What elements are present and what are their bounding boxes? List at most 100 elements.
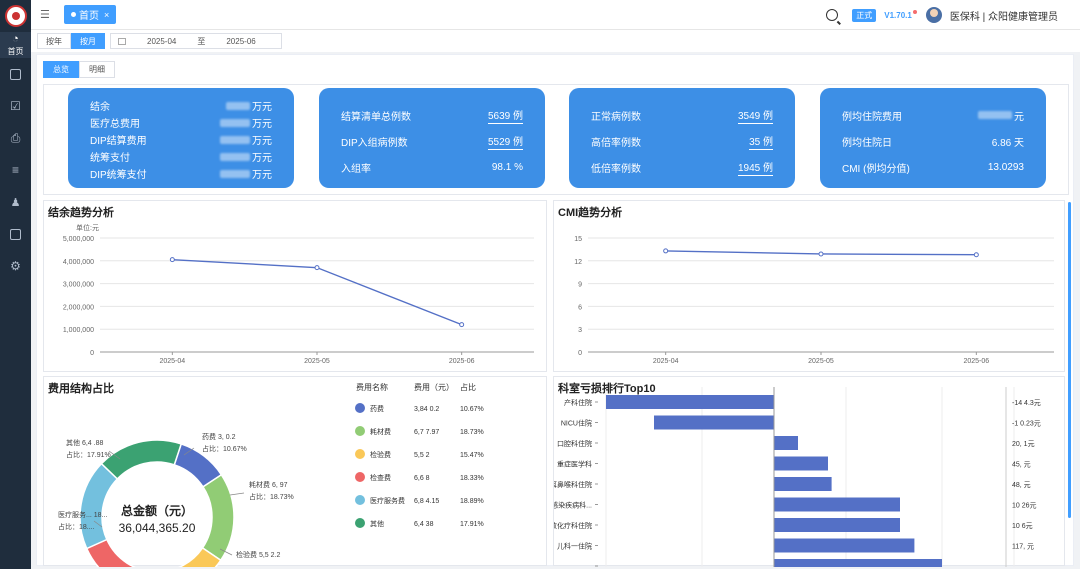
summary-card-cases: 结算清单总例数 5639 例 DIP入组病例数 5529 例 入组率 98.1 % xyxy=(319,88,545,188)
avatar[interactable] xyxy=(925,7,942,23)
user-name[interactable]: 医保科 | 众阳健康管理员 xyxy=(950,8,1058,23)
date-range-picker[interactable]: 2025-04 至 2025-06 xyxy=(110,33,282,49)
cmi-trend-chart: 0 3 6 9 12 15 2025-04 2025-05 2025-06 xyxy=(574,236,1054,365)
sidebar-item-camera[interactable] xyxy=(0,58,31,90)
by-year-button[interactable]: 按年 xyxy=(37,33,71,49)
panel-title: 费用结构占比 xyxy=(48,383,114,395)
y-tick-label: 9 xyxy=(578,282,582,289)
callout-label: 其他 6,4 .88 xyxy=(66,438,103,447)
callout-pct: 占比：18.... xyxy=(58,522,95,531)
legend-amount: 6,6 8 xyxy=(414,475,430,482)
bar-value-label: 48, 元 xyxy=(1012,481,1031,489)
hospital-logo xyxy=(4,5,27,27)
cmi-trend-panel: CMI趋势分析 0 3 6 9 12 15 2025-04 2025-05 2025-06 xyxy=(553,200,1065,372)
sidebar: ◔ 首页 ☑ ⎙ ≡ ♟ ⚙ xyxy=(0,0,31,569)
card-value: 元 xyxy=(1014,111,1024,123)
tab-overview[interactable]: 总览 xyxy=(43,61,79,78)
callout-label: 检验费 5,5 2.2 xyxy=(236,550,280,559)
callout-pct: 占比：17.91% xyxy=(66,450,111,459)
card-value[interactable]: 5529 例 xyxy=(487,133,523,150)
card-label: DIP入组病例数 xyxy=(341,137,408,149)
card-value: 万元 xyxy=(252,170,272,181)
cost-structure-panel: 费用结构占比 总金额（元） 36,044,365.20 药费 3, 0.2 占比：10… xyxy=(43,376,547,569)
by-month-button[interactable]: 按月 xyxy=(71,33,105,49)
active-dot-icon xyxy=(71,12,76,17)
card-value[interactable]: 3549 例 xyxy=(737,107,773,124)
bar xyxy=(774,456,828,471)
search-icon[interactable] xyxy=(826,9,839,21)
card-label: 正常病例数 xyxy=(591,111,641,123)
department-loss-panel: 科室亏损排行Top10 产科住院 -14 4.3元 NICU住院 -1 0.23元 口腔… xyxy=(550,376,1065,569)
card-label: 结余 xyxy=(90,102,110,113)
x-tick-label: 2025-05 xyxy=(808,358,834,365)
bar-value-label: 10 6元 xyxy=(1012,522,1033,530)
legend-amount: 6,8 4.15 xyxy=(414,498,439,505)
legend-name: 耗材费 xyxy=(370,427,391,436)
bar xyxy=(774,538,915,553)
bar xyxy=(606,395,774,409)
card-label: 低倍率例数 xyxy=(591,163,641,175)
y-tick-label: 4,000,000 xyxy=(63,259,94,266)
bar xyxy=(654,415,774,430)
close-icon[interactable]: × xyxy=(104,10,109,20)
sidebar-item-home[interactable]: ◔ 首页 xyxy=(0,32,31,58)
card-label: 例均住院费用 xyxy=(842,111,902,123)
panel-title: CMI趋势分析 xyxy=(558,207,623,219)
date-start[interactable]: 2025-04 xyxy=(147,37,176,46)
card-value[interactable]: 1945 例 xyxy=(737,159,773,176)
pie-slice xyxy=(201,473,235,562)
pie-slice xyxy=(79,462,119,550)
department-loss-chart: 产科住院 -14 4.3元 NICU住院 -1 0.23元口腔科住院 20, 1元重症医… xyxy=(550,387,1041,569)
card-label: 例均住院日 xyxy=(842,137,892,149)
category-label: 放化疗科住院 xyxy=(554,521,592,530)
sidebar-item-document[interactable] xyxy=(0,218,31,250)
legend-amount: 3,84 0.2 xyxy=(414,406,439,413)
data-point xyxy=(459,322,465,328)
sidebar-item-print[interactable]: ⎙ xyxy=(0,122,31,154)
legend-swatch xyxy=(355,426,365,436)
tab-detail[interactable]: 明细 xyxy=(79,61,115,78)
scrollbar[interactable] xyxy=(1068,202,1071,518)
balance-trend-panel: 结余趋势分析 0 1,000,000 2,000,000 3,000,000 4,000… xyxy=(43,200,547,372)
card-value[interactable]: 5639 例 xyxy=(487,107,523,124)
filter-bar: 按年 按月 2025-04 至 2025-06 xyxy=(31,30,1080,52)
card-label: CMI (例均分值) xyxy=(842,163,910,175)
legend-pct: 18.89% xyxy=(460,498,484,505)
x-tick-label: 2025-06 xyxy=(963,358,989,365)
y-tick-label: 3 xyxy=(578,327,582,334)
sidebar-item-list[interactable]: ≡ xyxy=(0,154,31,186)
bar xyxy=(774,497,900,512)
y-tick-label: 3,000,000 xyxy=(63,282,94,289)
pie-slice xyxy=(100,439,183,480)
panel-title: 结余趋势分析 xyxy=(48,207,114,219)
card-label: 统筹支付 xyxy=(90,153,130,164)
card-value[interactable]: 35 例 xyxy=(749,133,773,150)
category-label: 重症医学科 xyxy=(557,460,592,469)
table-header: 占比 xyxy=(460,382,476,392)
sidebar-item-settings[interactable]: ⚙ xyxy=(0,250,31,282)
legend-pct: 18.73% xyxy=(460,429,484,436)
main-panel: 总览 明细 结余 万元 医疗总费用 万元 DIP结算费用 万元 统筹支付 万元 DIP统… xyxy=(36,54,1074,569)
legend-pct: 15.47% xyxy=(460,452,484,459)
sidebar-item-check[interactable]: ☑ xyxy=(0,90,31,122)
bar-value-label: -14 4.3元 xyxy=(1012,399,1041,407)
card-value: 6.86 天 xyxy=(991,137,1024,149)
card-label: DIP结算费用 xyxy=(90,136,147,147)
menu-toggle-icon[interactable]: ☰ xyxy=(40,8,50,21)
y-tick-label: 2,000,000 xyxy=(63,304,94,311)
table-header: 费用名称 xyxy=(356,382,388,392)
sidebar-item-team[interactable]: ♟ xyxy=(0,186,31,218)
x-tick-label: 2025-06 xyxy=(449,358,475,365)
topbar: ☰ 首页 × 正式 V1.70.1 医保科 | 众阳健康管理员 xyxy=(31,0,1080,30)
legend-name: 药费 xyxy=(370,404,384,413)
tab-home[interactable]: 首页 × xyxy=(64,5,117,24)
tab-home-label: 首页 xyxy=(79,11,99,22)
card-value: 万元 xyxy=(252,119,272,130)
card-label: DIP统筹支付 xyxy=(90,170,147,181)
y-axis-unit: 单位:元 xyxy=(76,223,99,232)
legend-swatch xyxy=(355,495,365,505)
date-end[interactable]: 2025-06 xyxy=(226,37,255,46)
legend-name: 检验费 xyxy=(370,450,391,459)
summary-cards: 结余 万元 医疗总费用 万元 DIP结算费用 万元 统筹支付 万元 DIP统筹支付 万元 … xyxy=(43,84,1069,195)
card-label: 入组率 xyxy=(341,163,371,175)
